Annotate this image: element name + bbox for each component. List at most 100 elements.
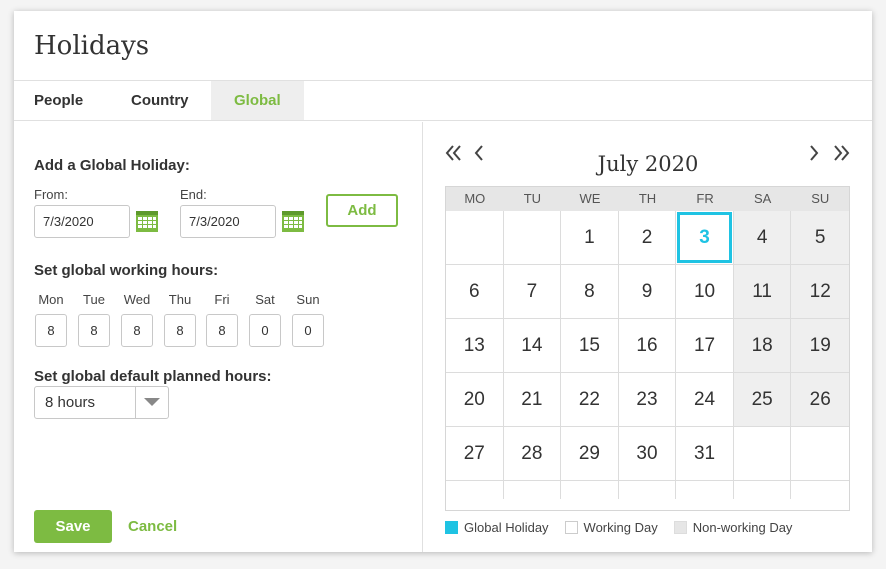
calendar-day-19[interactable]: 19 — [791, 319, 849, 373]
calendar-day-7[interactable]: 7 — [503, 265, 562, 319]
calendar-day-16[interactable]: 16 — [618, 319, 677, 373]
weekday-label: FR — [696, 191, 714, 206]
calendar-day-3[interactable]: 3 — [676, 211, 734, 265]
calendar-day-2[interactable]: 2 — [618, 211, 677, 265]
planned-hours-title: Set global default planned hours: — [34, 368, 272, 385]
add-holiday-button[interactable]: Add — [326, 194, 398, 227]
calendar-empty-cell — [733, 427, 792, 481]
hours-input[interactable]: 0 — [249, 314, 281, 347]
legend-swatch — [564, 521, 578, 534]
calendar-day-11[interactable]: 11 — [733, 265, 792, 319]
from-label: From: — [34, 187, 68, 202]
legend-swatch — [445, 521, 458, 534]
calendar-day-17[interactable]: 17 — [676, 319, 734, 373]
working-hours-sat: Sat 0 — [249, 292, 281, 347]
holidays-dialog: Holidays People Country Global Add a Glo… — [14, 11, 872, 552]
hours-input[interactable]: 8 — [35, 314, 67, 347]
legend-global-holiday: Global Holiday — [445, 520, 549, 535]
from-date-input[interactable]: 7/3/2020 — [34, 205, 130, 238]
weekday-header: MO TU WE TH FR SA SU — [446, 187, 849, 211]
hours-input[interactable]: 8 — [164, 314, 196, 347]
hours-input[interactable]: 8 — [78, 314, 110, 347]
calendar-day-20[interactable]: 20 — [446, 373, 504, 427]
cancel-button[interactable]: Cancel — [128, 510, 177, 543]
day-label: Tue — [83, 292, 105, 307]
weekday-label: WE — [579, 191, 601, 206]
calendar-day-6[interactable]: 6 — [446, 265, 504, 319]
month-calendar: MO TU WE TH FR SA SU 1 2 3 4 5 6 7 8 9 10 11 12 13 14 15 16 17… — [445, 186, 850, 511]
calendar-day-12[interactable]: 12 — [791, 265, 849, 319]
hours-input[interactable]: 0 — [292, 314, 324, 347]
calendar-day-8[interactable]: 8 — [561, 265, 619, 319]
chevron-right-icon[interactable] — [807, 144, 821, 167]
tab-global[interactable]: Global — [211, 81, 304, 120]
calendar-day-14[interactable]: 14 — [503, 319, 562, 373]
working-hours-thu: Thu 8 — [164, 292, 196, 347]
calendar-empty-cell — [791, 427, 849, 481]
tab-country[interactable]: Country — [110, 81, 211, 120]
select-divider — [135, 387, 136, 418]
calendar-day-28[interactable]: 28 — [503, 427, 562, 481]
working-hours-sun: Sun 0 — [292, 292, 324, 347]
day-label: Thu — [168, 292, 192, 307]
working-hours-fri: Fri 8 — [206, 292, 238, 347]
end-date-input[interactable]: 7/3/2020 — [180, 205, 276, 238]
legend-label: Global Holiday — [464, 520, 549, 535]
day-label: Fri — [214, 292, 230, 307]
tab-bar: People Country Global — [14, 81, 872, 121]
calendar-day-24[interactable]: 24 — [676, 373, 734, 427]
calendar-legend: Global Holiday Working Day Non-working D… — [445, 520, 808, 535]
planned-hours-select[interactable]: 8 hours — [34, 386, 169, 419]
calendar-day-21[interactable]: 21 — [503, 373, 562, 427]
calendar-day-31[interactable]: 31 — [676, 427, 734, 481]
end-label: End: — [180, 187, 207, 202]
calendar-day-10[interactable]: 10 — [676, 265, 734, 319]
weekday-label: SU — [811, 191, 830, 206]
day-label: Sun — [296, 292, 320, 307]
working-hours-wed: Wed 8 — [121, 292, 153, 347]
calendar-footer-row — [446, 481, 849, 499]
day-label: Mon — [38, 292, 64, 307]
calendar-grid: 1 2 3 4 5 6 7 8 9 10 11 12 13 14 15 16 17 18 19 20 21 22 23 24 2… — [446, 211, 849, 481]
settings-panel: Add a Global Holiday: From: 7/3/2020 End… — [14, 122, 423, 552]
calendar-day-22[interactable]: 22 — [561, 373, 619, 427]
calendar-empty-cell — [446, 211, 504, 265]
legend-working-day: Working Day — [564, 520, 658, 535]
working-hours-tue: Tue 8 — [78, 292, 110, 347]
working-hours-title: Set global working hours: — [34, 262, 219, 279]
calendar-day-18[interactable]: 18 — [733, 319, 792, 373]
chevron-down-icon[interactable] — [144, 398, 160, 406]
title-bar: Holidays — [14, 11, 872, 81]
working-hours-mon: Mon 8 — [35, 292, 67, 347]
calendar-day-1[interactable]: 1 — [561, 211, 619, 265]
legend-label: Non-working Day — [692, 520, 793, 535]
planned-hours-value: 8 hours — [45, 394, 96, 411]
add-holiday-title: Add a Global Holiday: — [34, 157, 190, 174]
calendar-day-15[interactable]: 15 — [561, 319, 619, 373]
calendar-day-27[interactable]: 27 — [446, 427, 504, 481]
day-label: Wed — [123, 292, 151, 307]
calendar-icon[interactable] — [135, 209, 159, 233]
calendar-day-4[interactable]: 4 — [733, 211, 792, 265]
double-chevron-right-icon[interactable] — [832, 144, 850, 167]
weekday-label: TU — [523, 191, 542, 206]
dialog-title: Holidays — [34, 31, 150, 61]
calendar-day-5[interactable]: 5 — [791, 211, 849, 265]
calendar-day-9[interactable]: 9 — [618, 265, 677, 319]
calendar-day-26[interactable]: 26 — [791, 373, 849, 427]
calendar-icon[interactable] — [281, 209, 305, 233]
calendar-day-25[interactable]: 25 — [733, 373, 792, 427]
calendar-day-23[interactable]: 23 — [618, 373, 677, 427]
save-button[interactable]: Save — [34, 510, 112, 543]
calendar-empty-cell — [503, 211, 562, 265]
tab-people[interactable]: People — [14, 81, 110, 120]
month-title: July 2020 — [597, 152, 699, 176]
calendar-day-13[interactable]: 13 — [446, 319, 504, 373]
calendar-day-29[interactable]: 29 — [561, 427, 619, 481]
hours-input[interactable]: 8 — [206, 314, 238, 347]
calendar-day-30[interactable]: 30 — [618, 427, 677, 481]
legend-swatch — [673, 521, 687, 534]
hours-input[interactable]: 8 — [121, 314, 153, 347]
weekday-label: MO — [464, 191, 486, 206]
weekday-label: SA — [754, 191, 772, 206]
